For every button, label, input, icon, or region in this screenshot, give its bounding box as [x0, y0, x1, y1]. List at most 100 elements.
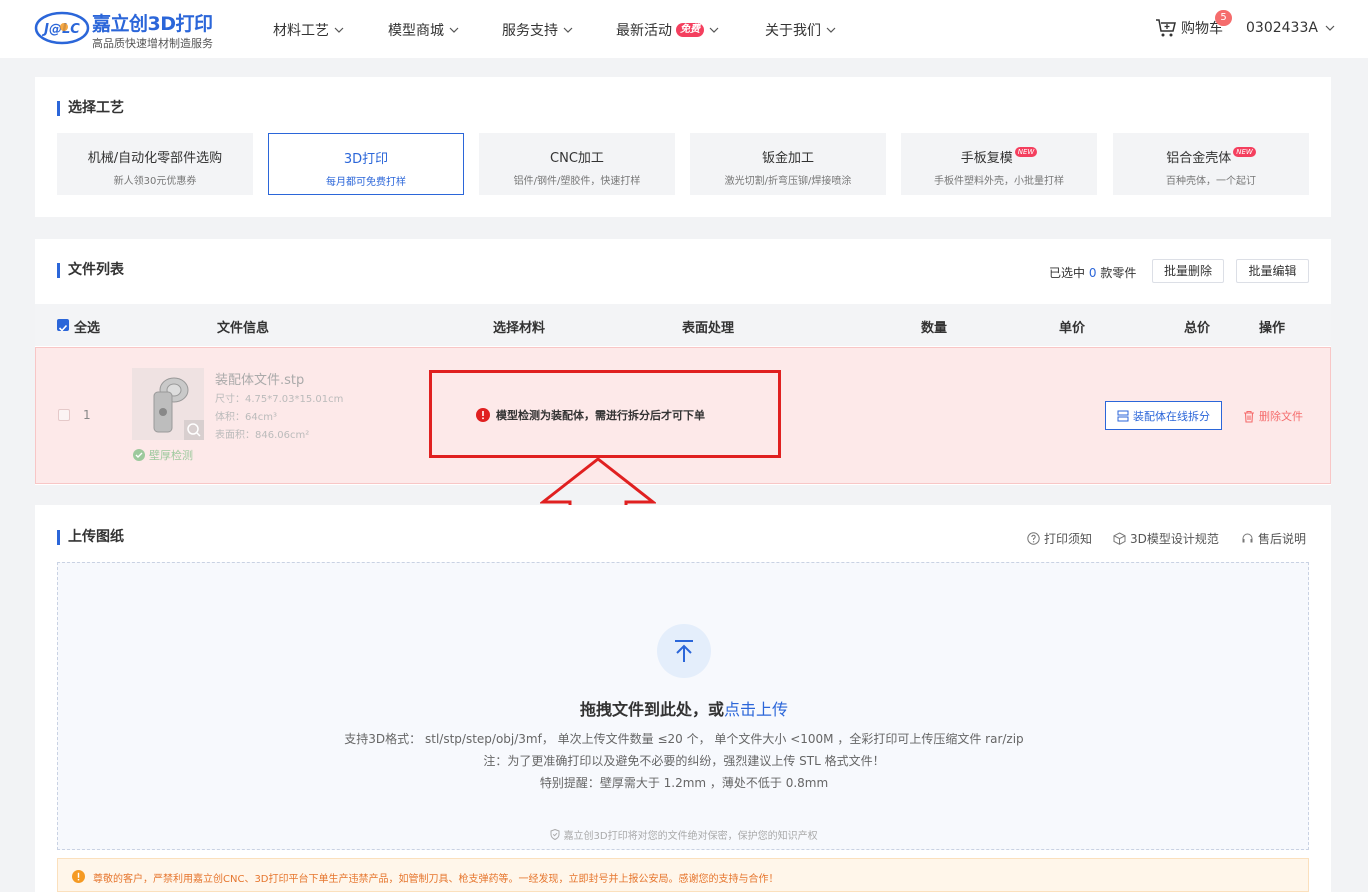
col-unit-price: 单价: [1059, 321, 1086, 336]
after-sales-link[interactable]: 售后说明: [1241, 530, 1306, 547]
nav-label: 服务支持: [502, 23, 558, 39]
batch-delete-button[interactable]: 批量删除: [1152, 259, 1224, 283]
file-list-title: 文件列表: [57, 263, 124, 278]
row-index: 1: [83, 408, 91, 422]
file-area: 表面积：846.06cm²: [215, 430, 310, 441]
file-volume: 体积：64cm³: [215, 412, 277, 423]
cart-count-badge: 5: [1215, 10, 1232, 26]
user-menu[interactable]: 0302433A: [1246, 20, 1336, 36]
nav-label: 材料工艺: [273, 23, 329, 39]
selected-suffix: 款零件: [1100, 266, 1137, 280]
split-assembly-button[interactable]: 装配体在线拆分: [1105, 401, 1222, 430]
warning-icon: [72, 870, 85, 883]
upload-icon[interactable]: [657, 624, 711, 678]
trash-icon: [1244, 410, 1254, 423]
chevron-down-icon: [563, 27, 573, 33]
col-select-all[interactable]: 全选: [74, 317, 100, 336]
stl-note: 注：为了更准确打印以及避免不必要的纠纷，强烈建议上传 STL 格式文件！: [483, 754, 885, 768]
process-title: 钣金加工: [761, 151, 814, 166]
split-icon: [1117, 410, 1129, 421]
process-option-aluminum-enclosure[interactable]: 铝合金壳体 NEW 百种壳体，一个起订: [1113, 133, 1309, 195]
design-spec-link[interactable]: 3D模型设计规范: [1113, 530, 1219, 547]
nav-about[interactable]: 关于我们: [765, 20, 837, 40]
nav-label: 最新活动: [616, 23, 672, 39]
col-operations: 操作: [1259, 321, 1286, 336]
process-option-3d-print[interactable]: 3D打印 每月都可免费打样: [268, 133, 464, 195]
cart-button[interactable]: 购物车: [1155, 18, 1223, 38]
model-thumbnail[interactable]: [132, 368, 204, 440]
link-label: 打印须知: [1044, 532, 1093, 546]
free-badge: 免费: [676, 23, 704, 37]
process-title: 机械/自动化零部件选购: [87, 151, 223, 166]
upload-section-title: 上传图纸: [57, 530, 124, 545]
nav-materials[interactable]: 材料工艺: [273, 20, 345, 40]
process-option-mechanical[interactable]: 机械/自动化零部件选购 新人领30元优惠券: [57, 133, 253, 195]
selected-count: 0: [1088, 266, 1097, 280]
chevron-down-icon: [334, 27, 344, 33]
process-subtitle: 铝件/钢件/塑胶件，快速打样: [513, 176, 641, 187]
process-subtitle: 百种壳体，一个起订: [1166, 176, 1256, 187]
link-label: 3D模型设计规范: [1130, 532, 1219, 546]
nav-label: 关于我们: [765, 23, 821, 39]
new-tag: NEW: [1014, 147, 1038, 157]
process-option-cnc[interactable]: CNC加工 铝件/钢件/塑胶件，快速打样: [479, 133, 675, 195]
new-tag: NEW: [1233, 147, 1256, 157]
col-quantity: 数量: [921, 321, 948, 336]
file-size: 尺寸：4.75*7.03*15.01cm: [215, 394, 344, 405]
process-subtitle: 新人领30元优惠券: [113, 176, 197, 187]
drag-text: 拖拽文件到此处，或: [579, 700, 724, 719]
compliance-notice: 尊敬的客户，严禁利用嘉立创CNC、3D打印平台下单生产违禁产品，如管制刀具、枪支…: [57, 858, 1309, 892]
jlc-logo[interactable]: J@LC: [34, 10, 90, 46]
chevron-down-icon: [449, 27, 459, 33]
cart-icon: [1156, 19, 1176, 37]
process-subtitle: 每月都可免费打样: [326, 177, 406, 188]
zoom-icon[interactable]: [184, 420, 204, 440]
selected-count-text: 已选中 0 款零件: [1049, 264, 1136, 281]
process-title: 手板复模: [960, 151, 1013, 166]
upload-dropzone[interactable]: 拖拽文件到此处，或点击上传 支持3D格式： stl/stp/step/obj/3…: [57, 562, 1309, 850]
brand-title: 嘉立创3D打印: [92, 13, 213, 35]
wall-check-status[interactable]: 壁厚检测: [133, 447, 193, 463]
process-title: 3D打印: [343, 152, 389, 167]
process-option-prototype-mold[interactable]: 手板复模 NEW 手板件塑料外壳，小批量打样: [901, 133, 1097, 195]
process-subtitle: 手板件塑料外壳，小批量打样: [934, 176, 1064, 187]
chevron-down-icon: [1325, 25, 1335, 31]
process-option-sheet-metal[interactable]: 钣金加工 激光切割/折弯压铆/焊接喷涂: [690, 133, 886, 195]
batch-edit-button[interactable]: 批量编辑: [1236, 259, 1309, 283]
wall-check-label: 壁厚检测: [149, 449, 193, 462]
check-circle-icon: [133, 449, 145, 461]
shield-icon: [550, 828, 560, 841]
col-material: 选择材料: [493, 321, 546, 336]
check-icon: [58, 324, 68, 332]
wall-thickness-reminder: 特别提醒：壁厚需大于 1.2mm ，薄处不低于 0.8mm: [539, 776, 829, 790]
process-subtitle: 激光切割/折弯压铆/焊接喷涂: [724, 176, 852, 187]
headset-icon: [1242, 533, 1253, 543]
col-file-info: 文件信息: [217, 321, 270, 336]
delete-label: 删除文件: [1259, 410, 1303, 423]
print-notice-link[interactable]: 打印须知: [1027, 530, 1092, 547]
select-all-checkbox[interactable]: [57, 319, 69, 332]
question-icon: [1027, 532, 1040, 545]
selected-prefix: 已选中: [1049, 266, 1086, 280]
user-name: 0302433A: [1246, 20, 1318, 36]
file-name: 装配体文件.stp: [215, 373, 305, 388]
notice-text: 尊敬的客户，严禁利用嘉立创CNC、3D打印平台下单生产违禁产品，如管制刀具、枪支…: [93, 874, 779, 885]
top-navbar: J@LC 嘉立创3D打印 高品质快速增材制造服务 材料工艺 模型商城 服务支持 …: [0, 0, 1368, 58]
row-checkbox[interactable]: [58, 409, 70, 421]
highlight-box: [429, 370, 781, 458]
delete-file-button[interactable]: 删除文件: [1243, 408, 1303, 424]
process-section-title: 选择工艺: [57, 101, 124, 116]
nav-model-store[interactable]: 模型商城: [388, 20, 460, 40]
cube-icon: [1113, 532, 1126, 545]
col-total: 总价: [1184, 321, 1211, 336]
col-surface: 表面处理: [682, 321, 735, 336]
svg-text:J@LC: J@LC: [41, 22, 80, 37]
process-title: CNC加工: [550, 151, 604, 166]
nav-service[interactable]: 服务支持: [502, 20, 574, 40]
privacy-statement: 嘉立创3D打印将对您的文件绝对保密，保护您的知识产权: [58, 827, 1310, 842]
brand-subtitle: 高品质快速增材制造服务: [92, 37, 213, 50]
format-info: 支持3D格式： stl/stp/step/obj/3mf， 单次上传文件数量 ≤…: [344, 732, 1024, 746]
click-upload-link[interactable]: 点击上传: [724, 700, 788, 719]
nav-activities[interactable]: 最新活动 免费: [616, 20, 720, 40]
nav-label: 模型商城: [388, 23, 444, 39]
